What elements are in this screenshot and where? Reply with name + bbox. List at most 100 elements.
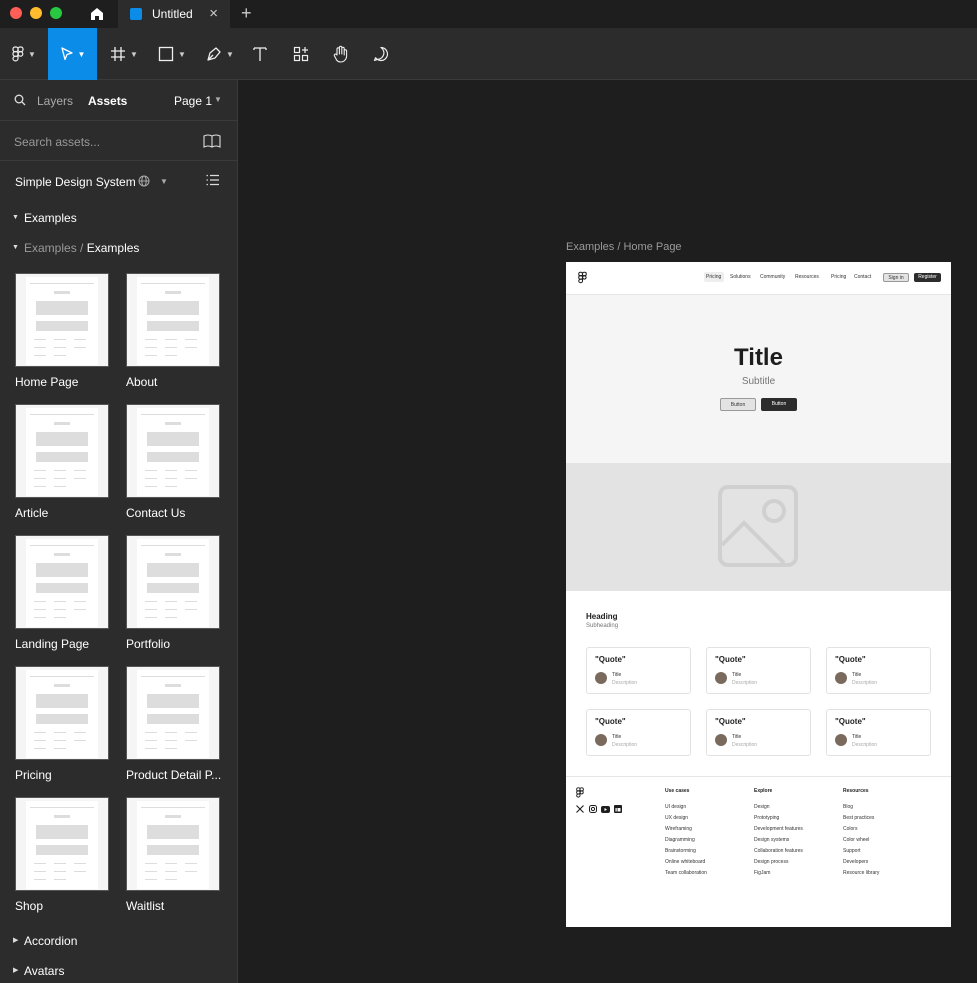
minimize-window-button[interactable] (30, 7, 42, 19)
asset-thumbnail-label[interactable]: Waitlist (126, 899, 164, 913)
file-tab[interactable]: Untitled × (118, 0, 230, 28)
footer-link[interactable]: FigJam (754, 870, 770, 876)
zoom-window-button[interactable] (50, 7, 62, 19)
thumbnail-block (147, 583, 199, 593)
close-window-button[interactable] (10, 7, 22, 19)
nav-link-community[interactable]: Community (760, 274, 785, 280)
linkedin-icon[interactable] (614, 805, 622, 813)
footer-link[interactable]: Colors (843, 826, 857, 832)
library-book-icon[interactable] (203, 134, 221, 148)
actions-tool-button[interactable] (288, 28, 314, 80)
footer-link[interactable]: Design (754, 804, 770, 810)
shape-tool-button[interactable]: ▼ (154, 28, 190, 80)
footer-column-heading: Resources (843, 788, 869, 794)
thumbnail-block (74, 740, 86, 741)
nav-link-resources[interactable]: Resources (795, 274, 819, 280)
section-examples[interactable]: Examples (24, 211, 77, 225)
footer-link[interactable]: Resource library (843, 870, 879, 876)
new-tab-button[interactable]: + (241, 3, 252, 24)
tab-layers[interactable]: Layers (37, 94, 73, 108)
breadcrumb[interactable]: Examples / Examples (24, 241, 139, 255)
collapse-arrow-icon[interactable]: ▶ (13, 966, 18, 974)
nav-link-pricing[interactable]: Pricing (706, 274, 721, 280)
footer-link[interactable]: Brainstorming (665, 848, 696, 854)
asset-thumbnail[interactable] (15, 797, 109, 891)
footer-link[interactable]: UX design (665, 815, 688, 821)
list-view-icon[interactable] (206, 174, 220, 186)
footer-link[interactable]: Collaboration features (754, 848, 803, 854)
search-icon[interactable] (14, 94, 26, 106)
footer-link[interactable]: Color wheel (843, 837, 869, 843)
x-social-icon[interactable] (576, 805, 584, 813)
footer-link[interactable]: Design process (754, 859, 788, 865)
asset-thumbnail[interactable] (15, 666, 109, 760)
file-icon (130, 8, 142, 20)
page-selector[interactable]: Page 1 (174, 94, 212, 108)
instagram-icon[interactable] (589, 805, 597, 813)
register-button[interactable]: Register (914, 273, 941, 282)
thumbnail-block (54, 339, 66, 340)
footer-link[interactable]: Blog (843, 804, 853, 810)
asset-thumbnail[interactable] (126, 535, 220, 629)
asset-thumbnail-label[interactable]: Product Detail P... (126, 768, 221, 782)
quote-author-title: Title (852, 734, 862, 740)
thumbnail-block (34, 347, 46, 348)
nav-link-contact[interactable]: Contact (854, 274, 871, 280)
expand-arrow-icon[interactable]: ▼ (12, 214, 19, 221)
section-avatars[interactable]: Avatars (24, 964, 64, 978)
asset-thumbnail-label[interactable]: Home Page (15, 375, 78, 389)
thumbnail-block (145, 609, 157, 610)
home-tab[interactable] (82, 0, 112, 28)
footer-link[interactable]: Prototyping (754, 815, 779, 821)
hero-button-secondary[interactable]: Button (720, 398, 756, 411)
asset-thumbnail-label[interactable]: Landing Page (15, 637, 89, 651)
footer-link[interactable]: Online whiteboard (665, 859, 705, 865)
asset-thumbnail[interactable] (15, 535, 109, 629)
asset-thumbnail-label[interactable]: Pricing (15, 768, 52, 782)
close-tab-icon[interactable]: × (209, 5, 218, 22)
text-tool-button[interactable] (248, 28, 272, 80)
hero-button-primary[interactable]: Button (761, 398, 797, 411)
footer-link[interactable]: Wireframing (665, 826, 692, 832)
footer-link[interactable]: Developers (843, 859, 868, 865)
main-menu-button[interactable]: ▼ (8, 28, 40, 80)
asset-thumbnail[interactable] (126, 404, 220, 498)
move-tool-button[interactable]: ▼ (48, 28, 97, 80)
asset-thumbnail-label[interactable]: Article (15, 506, 48, 520)
asset-thumbnail[interactable] (15, 273, 109, 367)
library-name[interactable]: Simple Design System (15, 175, 136, 189)
comment-tool-button[interactable] (368, 28, 394, 80)
nav-link-solutions[interactable]: Solutions (730, 274, 751, 280)
asset-thumbnail-label[interactable]: Shop (15, 899, 43, 913)
home-page-frame[interactable]: Pricing Solutions Community Resources Pr… (566, 262, 951, 927)
section-accordion[interactable]: Accordion (24, 934, 77, 948)
search-assets-input[interactable]: Search assets... (14, 135, 100, 149)
frame-tool-button[interactable]: ▼ (106, 28, 142, 80)
footer-link[interactable]: Team collaboration (665, 870, 707, 876)
thumbnail-block (165, 609, 177, 610)
sign-in-button[interactable]: Sign in (883, 273, 909, 282)
footer-link[interactable]: UI design (665, 804, 686, 810)
footer-link[interactable]: Best practices (843, 815, 874, 821)
footer-link[interactable]: Development features (754, 826, 803, 832)
asset-thumbnail[interactable] (15, 404, 109, 498)
footer-link[interactable]: Diagramming (665, 837, 695, 843)
asset-thumbnail-label[interactable]: About (126, 375, 157, 389)
asset-thumbnail[interactable] (126, 666, 220, 760)
asset-thumbnail-label[interactable]: Contact Us (126, 506, 185, 520)
expand-arrow-icon[interactable]: ▼ (12, 244, 19, 251)
footer-link[interactable]: Design systems (754, 837, 789, 843)
asset-thumbnail[interactable] (126, 797, 220, 891)
youtube-icon[interactable] (601, 806, 610, 813)
asset-thumbnail-label[interactable]: Portfolio (126, 637, 170, 651)
chevron-down-icon[interactable]: ▼ (160, 177, 168, 186)
collapse-arrow-icon[interactable]: ▶ (13, 936, 18, 944)
pen-tool-button[interactable]: ▼ (202, 28, 238, 80)
footer-link[interactable]: Support (843, 848, 861, 854)
nav-link-pricing-2[interactable]: Pricing (831, 274, 846, 280)
asset-thumbnail[interactable] (126, 273, 220, 367)
tab-assets[interactable]: Assets (88, 94, 127, 108)
hand-tool-button[interactable] (328, 28, 354, 80)
thumbnail-block (54, 470, 66, 471)
frame-label[interactable]: Examples / Home Page (566, 241, 682, 253)
